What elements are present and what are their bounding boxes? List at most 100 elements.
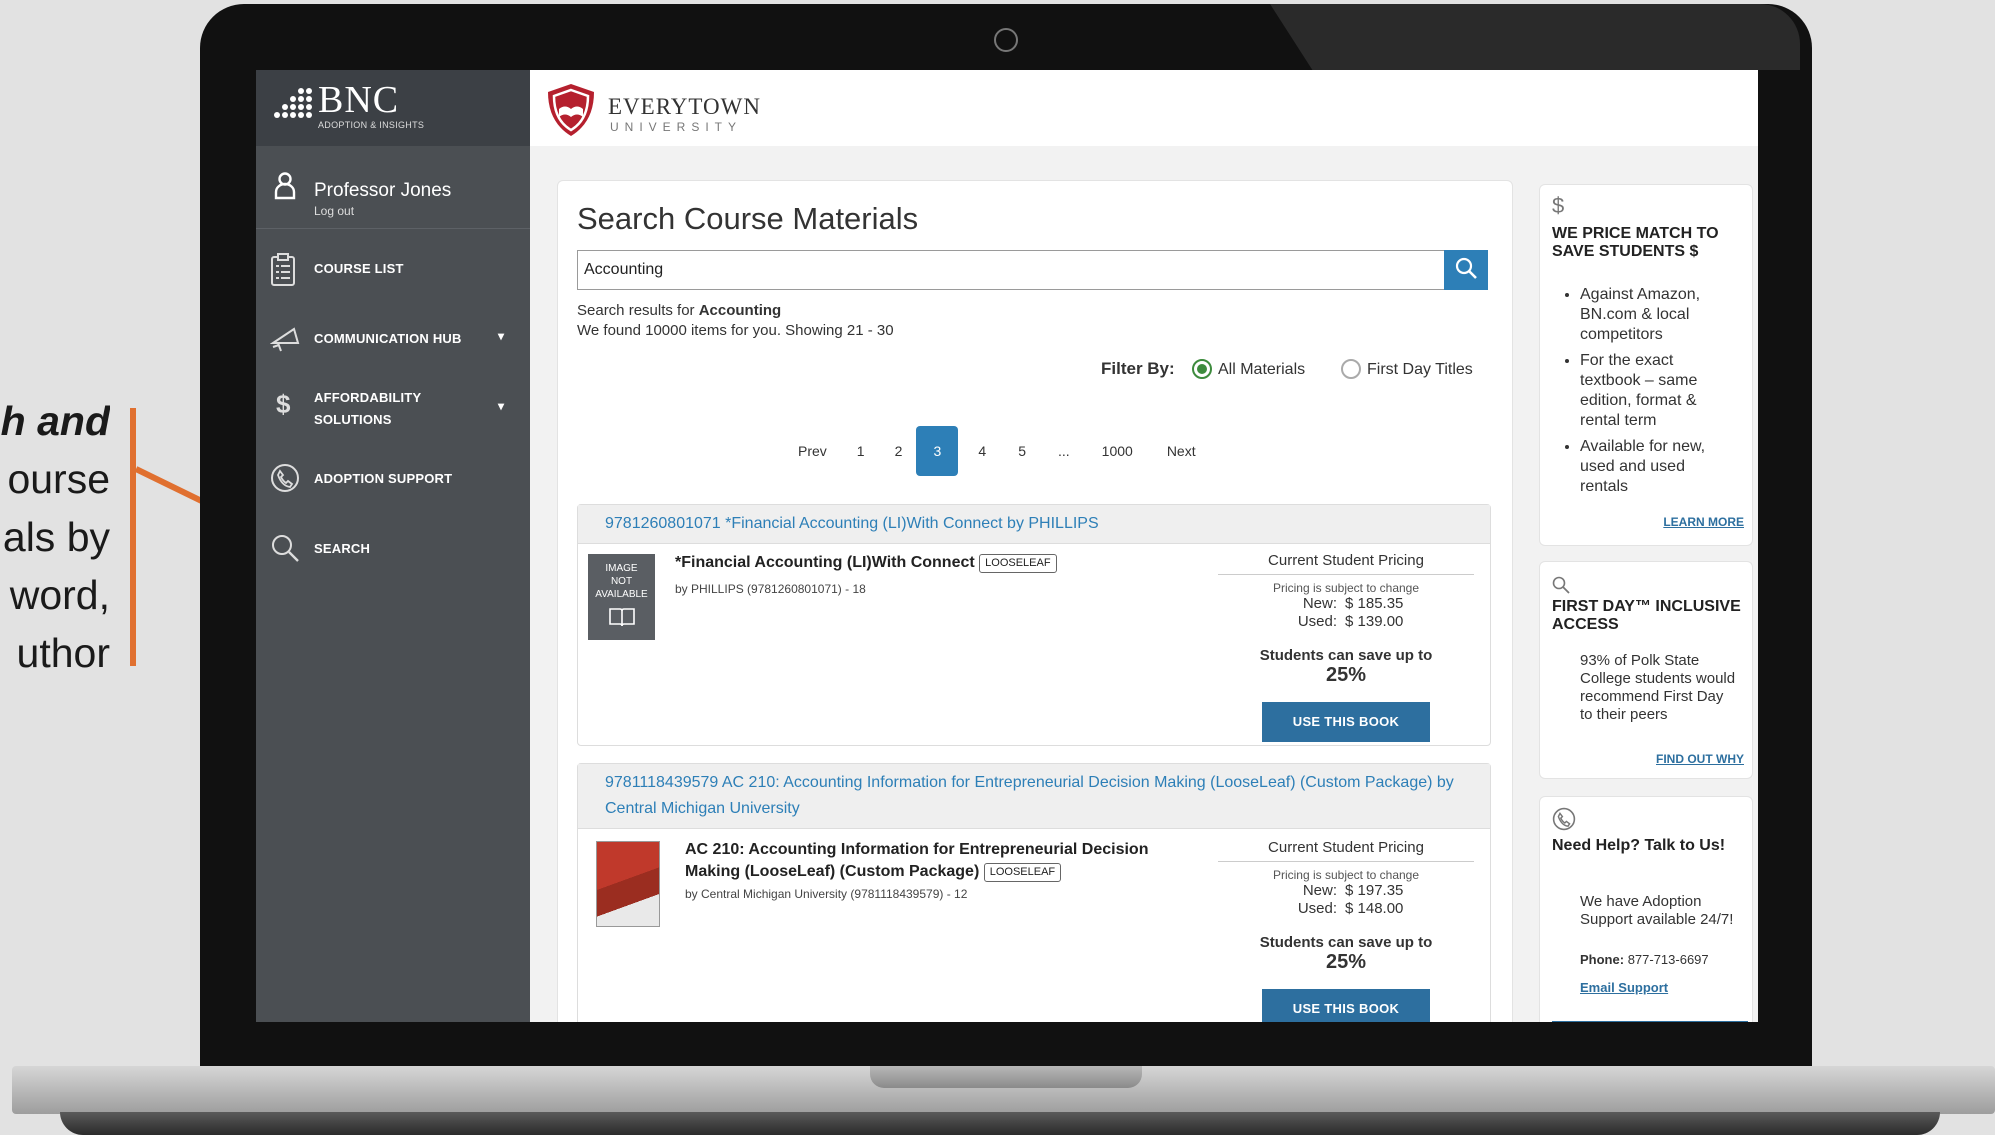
- pager-page-current[interactable]: 3: [916, 426, 959, 476]
- phone-icon: [270, 463, 300, 496]
- book-title: AC 210: Accounting Information for Entre…: [685, 841, 1149, 882]
- app-screen: BNC ADOPTION & INSIGHTS Professor Jones …: [256, 70, 1758, 1022]
- result-header-link[interactable]: 9781260801071 *Financial Accounting (LI)…: [578, 505, 1490, 544]
- search-button[interactable]: [1444, 250, 1488, 290]
- dollar-icon: $: [276, 389, 291, 419]
- user-icon: [274, 172, 296, 205]
- pricing-heading: Current Student Pricing: [1218, 839, 1474, 862]
- sidebar-item-adoption-support[interactable]: ADOPTION SUPPORT: [256, 443, 530, 513]
- list-item: Against Amazon, BN.com & local competito…: [1580, 285, 1730, 345]
- user-name: Professor Jones: [314, 180, 452, 201]
- pricing-note: Pricing is subject to change: [1272, 868, 1420, 882]
- find-out-why-link[interactable]: FIND OUT WHY: [1656, 752, 1744, 766]
- sidebar-item-label: SEARCH: [314, 541, 371, 556]
- help-action-button[interactable]: [1552, 1021, 1748, 1022]
- pager-page-last[interactable]: 1000: [1102, 443, 1133, 459]
- annotation-callout: h and ourse als by word, uthor: [0, 392, 110, 672]
- results-count: We found 10000 items for you. Showing 21…: [577, 322, 894, 339]
- first-day-panel: FIRST DAY™ INCLUSIVE ACCESS 93% of Polk …: [1539, 561, 1753, 779]
- callout-bracket: [130, 408, 136, 666]
- search-panel: Search Course Materials Accounting Searc…: [557, 180, 1513, 1022]
- format-badge: LOOSELEAF: [983, 863, 1062, 882]
- logout-link[interactable]: Log out: [314, 204, 354, 218]
- savings-percent: 25%: [1325, 951, 1367, 973]
- callout-line-1: h and: [0, 398, 110, 444]
- price-new: New: $ 185.35: [1302, 595, 1404, 612]
- help-text: We have Adoption Support available 24/7!: [1580, 893, 1734, 928]
- sidebar-item-label: AFFORDABILITY SOLUTIONS: [314, 390, 422, 427]
- clipboard-icon: [270, 253, 296, 290]
- savings-percent: 25%: [1325, 664, 1367, 686]
- price-used: Used: $ 139.00: [1297, 613, 1404, 630]
- filter-label: Filter By:: [1101, 359, 1175, 378]
- list-item: For the exact textbook – same edition, f…: [1580, 351, 1730, 431]
- callout-line-5: uthor: [16, 630, 110, 672]
- sidebar-item-label: ADOPTION SUPPORT: [314, 471, 453, 486]
- format-badge: LOOSELEAF: [979, 554, 1057, 573]
- search-icon: [1454, 256, 1478, 285]
- book-meta: by PHILLIPS (9781260801071) - 18: [675, 582, 866, 596]
- search-input[interactable]: Accounting: [577, 250, 1445, 290]
- pagination: Prev 1 2 3 4 5 ... 1000 Next: [798, 426, 1212, 476]
- university-shield-icon: [546, 82, 596, 138]
- radio-unselected-icon: [1341, 359, 1361, 379]
- chevron-down-icon: ▾: [498, 399, 505, 413]
- megaphone-icon: [269, 323, 302, 356]
- price-used: Used: $ 148.00: [1297, 900, 1404, 917]
- result-card: 9781118439579 AC 210: Accounting Informa…: [577, 763, 1491, 1022]
- filter-first-day-radio[interactable]: First Day Titles: [1341, 359, 1473, 379]
- pager-prev[interactable]: Prev: [798, 443, 827, 459]
- first-day-text: 93% of Polk State College students would…: [1580, 652, 1736, 723]
- results-term: Accounting: [698, 302, 782, 319]
- pricing-heading: Current Student Pricing: [1218, 552, 1474, 575]
- pricing-block: Current Student Pricing Pricing is subje…: [1218, 839, 1474, 1022]
- search-icon: [1552, 576, 1570, 599]
- top-header: EVERYTOWN UNIVERSITY: [530, 70, 1758, 146]
- price-new: New: $ 197.35: [1302, 882, 1404, 899]
- university-name: EVERYTOWN: [608, 94, 761, 119]
- learn-more-link[interactable]: LEARN MORE: [1663, 515, 1744, 529]
- sidebar-item-communication-hub[interactable]: COMMUNICATION HUB ▾: [256, 303, 530, 373]
- sidebar-item-course-list[interactable]: COURSE LIST: [256, 233, 530, 303]
- dollar-icon: $: [1552, 193, 1565, 218]
- price-match-title: WE PRICE MATCH TO SAVE STUDENTS $: [1552, 225, 1719, 260]
- sidebar-item-search[interactable]: SEARCH: [256, 513, 530, 583]
- callout-line-4: word,: [9, 572, 110, 618]
- filter-all-materials-radio[interactable]: All Materials: [1192, 359, 1305, 379]
- pager-page-4[interactable]: 4: [978, 443, 986, 459]
- email-support-link[interactable]: Email Support: [1580, 979, 1668, 997]
- pager-ellipsis: ...: [1057, 443, 1070, 459]
- phone-icon: [1552, 807, 1576, 836]
- camera-icon: [994, 28, 1018, 52]
- sidebar: BNC ADOPTION & INSIGHTS Professor Jones …: [256, 70, 530, 1022]
- pager-page-5[interactable]: 5: [1018, 443, 1026, 459]
- sidebar-item-label: COMMUNICATION HUB: [314, 331, 462, 346]
- brand-subtitle: ADOPTION & INSIGHTS: [318, 120, 425, 130]
- pager-next[interactable]: Next: [1167, 443, 1196, 459]
- pager-page-1[interactable]: 1: [857, 443, 865, 459]
- pager-page-2[interactable]: 2: [895, 443, 903, 459]
- brand-header: BNC ADOPTION & INSIGHTS: [256, 70, 530, 146]
- use-this-book-button[interactable]: USE THIS BOOK: [1262, 702, 1430, 742]
- bezel-reflection: [1270, 4, 1800, 70]
- user-panel: Professor Jones Log out: [256, 146, 530, 229]
- use-this-book-button[interactable]: USE THIS BOOK: [1262, 989, 1430, 1022]
- savings-label: Students can save up to: [1259, 934, 1433, 951]
- bnc-logo-icon: [270, 84, 314, 128]
- university-subtitle: UNIVERSITY: [610, 120, 743, 134]
- callout-line-2: ourse: [7, 456, 110, 502]
- book-title: *Financial Accounting (LI)With Connect L…: [675, 552, 1195, 574]
- laptop-base-bottom: [60, 1112, 1940, 1135]
- pricing-block: Current Student Pricing Pricing is subje…: [1218, 552, 1474, 742]
- page-title: Search Course Materials: [577, 201, 919, 236]
- chevron-down-icon: ▾: [498, 329, 505, 343]
- savings-label: Students can save up to: [1259, 647, 1433, 664]
- first-day-title: FIRST DAY™ INCLUSIVE ACCESS: [1552, 598, 1741, 633]
- sidebar-item-affordability[interactable]: $ AFFORDABILITY SOLUTIONS ▾: [256, 373, 530, 443]
- book-meta: by Central Michigan University (97811184…: [685, 887, 968, 901]
- search-icon: [270, 533, 300, 566]
- help-phone: Phone: 877-713-6697: [1580, 952, 1709, 967]
- radio-selected-icon: [1192, 359, 1212, 379]
- pricing-note: Pricing is subject to change: [1272, 581, 1420, 595]
- result-header-link[interactable]: 9781118439579 AC 210: Accounting Informa…: [578, 764, 1490, 829]
